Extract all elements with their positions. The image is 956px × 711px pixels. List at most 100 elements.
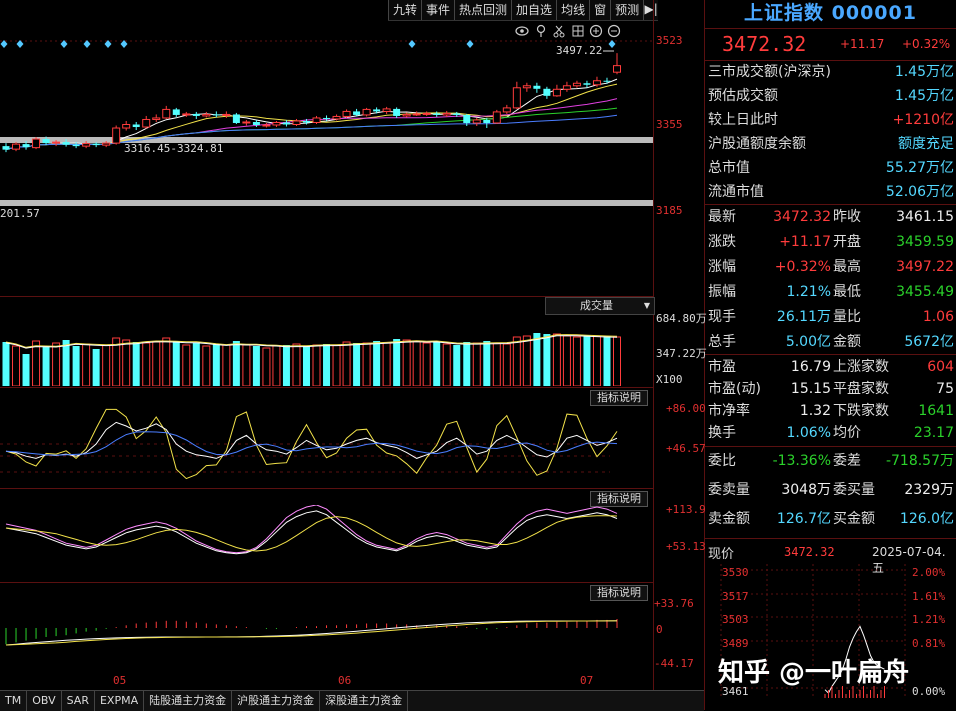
candle-body [172,109,180,115]
divider [705,538,956,539]
toolbar-button-0[interactable]: 九转 [388,0,422,20]
volume-bar [192,343,200,386]
volume-dropdown-label: 成交量 [580,299,613,312]
pair-value: 26.11万 [776,309,831,325]
quote-pair-row: 涨跌 +11.17 开盘 3459.59 [708,231,956,253]
volume-bar [583,335,591,386]
info-value: 额度充足 [898,136,954,152]
toolbar-button-1[interactable]: 事件 [421,0,455,20]
volume-bar [393,339,401,386]
candle-body [382,108,391,112]
indicator3-help-button[interactable]: 指标说明 [590,585,648,601]
pair-value: 3459.59 [896,234,954,250]
volume-bar [282,345,290,386]
volume-bar [562,335,571,386]
pair-label: 买金额 [833,511,875,527]
pair-value: 5.00亿 [785,334,831,350]
pair-label: 市盈(动) [708,381,761,397]
mini-right-tick: 1.61% [912,590,946,603]
volume-bar [122,339,131,386]
candle-body [82,143,91,147]
candle-body [353,111,361,115]
toolbar-end-icon[interactable]: ▶| [643,0,659,20]
indicator2-chart[interactable] [0,505,653,583]
volume-bar [422,342,431,386]
candle-body [2,146,10,150]
pair-label: 换手 [708,425,736,441]
candle-body [592,80,601,86]
volume-bar [82,343,91,386]
candle-body [613,65,621,73]
candlestick-chart[interactable] [0,20,653,295]
toolbar-button-5[interactable]: 窗 [589,0,611,20]
volume-bar [272,345,281,386]
candle-body [312,117,321,123]
toolbar-button-3[interactable]: 加自选 [511,0,557,20]
indicator1-line [5,421,618,459]
indicator3-tick-zero: 0 [656,623,663,636]
candle-body [572,82,581,87]
candle-body [502,107,511,113]
pair-value: 2329万 [904,482,954,498]
info-row: 沪股通额度余额 额度充足 [708,134,954,154]
pair-value: 1.06% [786,425,831,441]
volume-chart[interactable] [0,314,653,386]
volume-dropdown[interactable]: 成交量 ▼ [545,297,655,315]
indicator-tab-0[interactable]: TM [0,691,28,711]
indicator-tab-1[interactable]: OBV [27,691,62,711]
pair-value: 3461.15 [896,209,954,225]
info-value: +1210亿 [892,112,954,128]
volume-bar [603,336,611,386]
indicator-tab-4[interactable]: 陆股通主力资金 [144,691,233,711]
volume-bar [353,343,361,386]
volume-bar [502,343,511,386]
pair-value: 3472.32 [773,209,831,225]
event-marker [16,40,24,48]
volume-bar [212,344,220,386]
pair-label: 现手 [708,309,736,325]
volume-bar [382,342,391,386]
candle-body [22,144,30,148]
toolbar-button-2[interactable]: 热点回测 [454,0,512,20]
candle-body [472,119,481,124]
pair-value: 16.79 [790,359,831,375]
candle-body [562,85,571,90]
indicator-tab-5[interactable]: 沪股通主力资金 [232,691,321,711]
pair-value: 1.32 [799,403,831,419]
indicator1-chart[interactable] [0,404,653,484]
candle-body [262,124,271,127]
volume-bar [222,344,231,386]
quote-pair-row: 卖金额 126.7亿 买金额 126.0亿 [708,508,956,530]
volume-bar [262,347,271,386]
mini-right-tick: 0.00% [912,685,946,698]
indicator3-chart[interactable] [0,600,653,672]
quote-pair-row: 振幅 1.21% 最低 3455.49 [708,281,956,303]
info-row: 总市值 55.27万亿 [708,158,954,178]
volume-bar [463,342,471,386]
mini-left-tick: 3489 [722,637,749,650]
x-label-jul: 07 [580,674,594,687]
indicator-tab-6[interactable]: 深股通主力资金 [320,691,409,711]
mini-right-tick: 2.00% [912,566,946,579]
info-value: 52.06万亿 [885,184,954,200]
pair-label: 委买量 [833,482,875,498]
pair-label: 最高 [833,259,861,275]
indicator-tab-2[interactable]: SAR [62,691,95,711]
indicator-tab-3[interactable]: EXPMA [95,691,145,711]
pair-label: 上涨家数 [833,359,889,375]
pair-label: 开盘 [833,234,861,250]
volume-bar [152,341,161,386]
divider [705,354,956,355]
quote-pair-row: 最新 3472.32 昨收 3461.15 [708,206,956,228]
divider [705,204,956,205]
pair-label: 下跌家数 [833,403,889,419]
info-label: 流通市值 [708,184,764,200]
toolbar-button-6[interactable]: 预测 [610,0,644,20]
toolbar-button-4[interactable]: 均线 [556,0,590,20]
candle-body [433,113,441,115]
quote-change: +11.17 [840,37,885,51]
candle-body [522,85,531,89]
volume-bar [182,344,191,386]
chart-toolbar: 九转 事件 热点回测 加自选 均线窗预测 ▶| [388,0,659,21]
indicator1-tick-top: +86.00 [666,402,706,415]
